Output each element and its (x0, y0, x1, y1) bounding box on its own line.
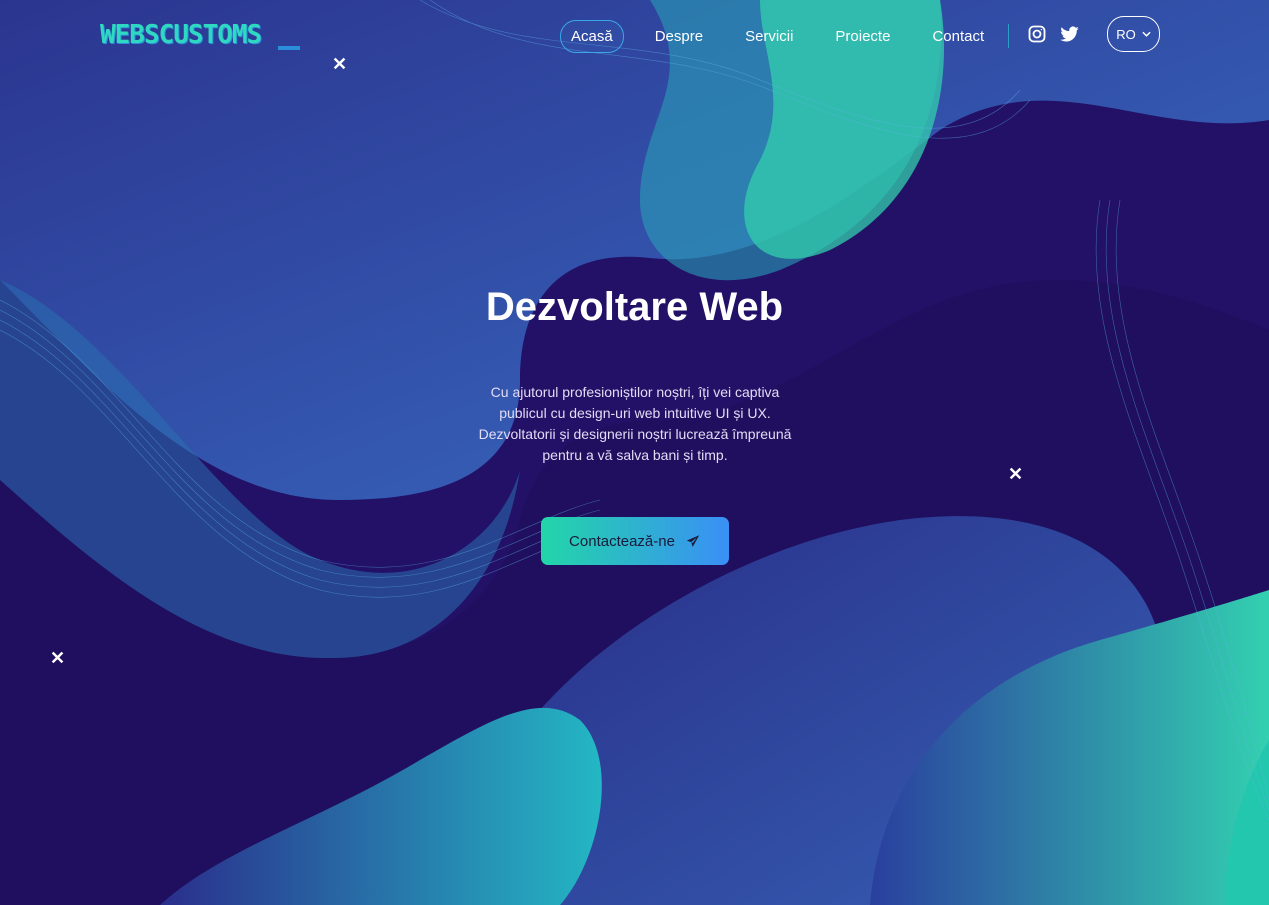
nav-item-proiecte[interactable]: Proiecte (824, 20, 901, 53)
paper-plane-icon (686, 534, 700, 547)
nav-divider (1008, 24, 1009, 48)
contact-us-button[interactable]: Contactează-ne (541, 517, 729, 565)
decorative-close-icon: ✕ (332, 54, 348, 74)
language-selector[interactable]: RO (1107, 16, 1160, 52)
top-navigation: WEBSCUSTOMS Acasă Despre Servicii Proiec… (0, 0, 1269, 72)
nav-item-servicii[interactable]: Servicii (734, 20, 804, 53)
hero-description: Cu ajutorul profesioniștilor noștri, îți… (478, 384, 792, 463)
nav-item-contact[interactable]: Contact (921, 20, 995, 53)
nav-item-acasa[interactable]: Acasă (560, 20, 624, 53)
decorative-close-icon: ✕ (1008, 464, 1024, 484)
decorative-close-icon: ✕ (50, 648, 66, 668)
cta-label: Contactează-ne (569, 532, 675, 550)
main-menu: Acasă Despre Servicii Proiecte Contact (560, 20, 1015, 53)
nav-item-despre[interactable]: Despre (644, 20, 714, 53)
language-code: RO (1116, 26, 1136, 42)
instagram-icon[interactable] (1027, 24, 1049, 46)
logo-underline (278, 46, 300, 50)
chevron-down-icon (1142, 31, 1151, 37)
twitter-icon[interactable] (1059, 24, 1081, 46)
brand-logo[interactable]: WEBSCUSTOMS (100, 20, 262, 50)
hero-title: Dezvoltare Web (485, 285, 784, 329)
